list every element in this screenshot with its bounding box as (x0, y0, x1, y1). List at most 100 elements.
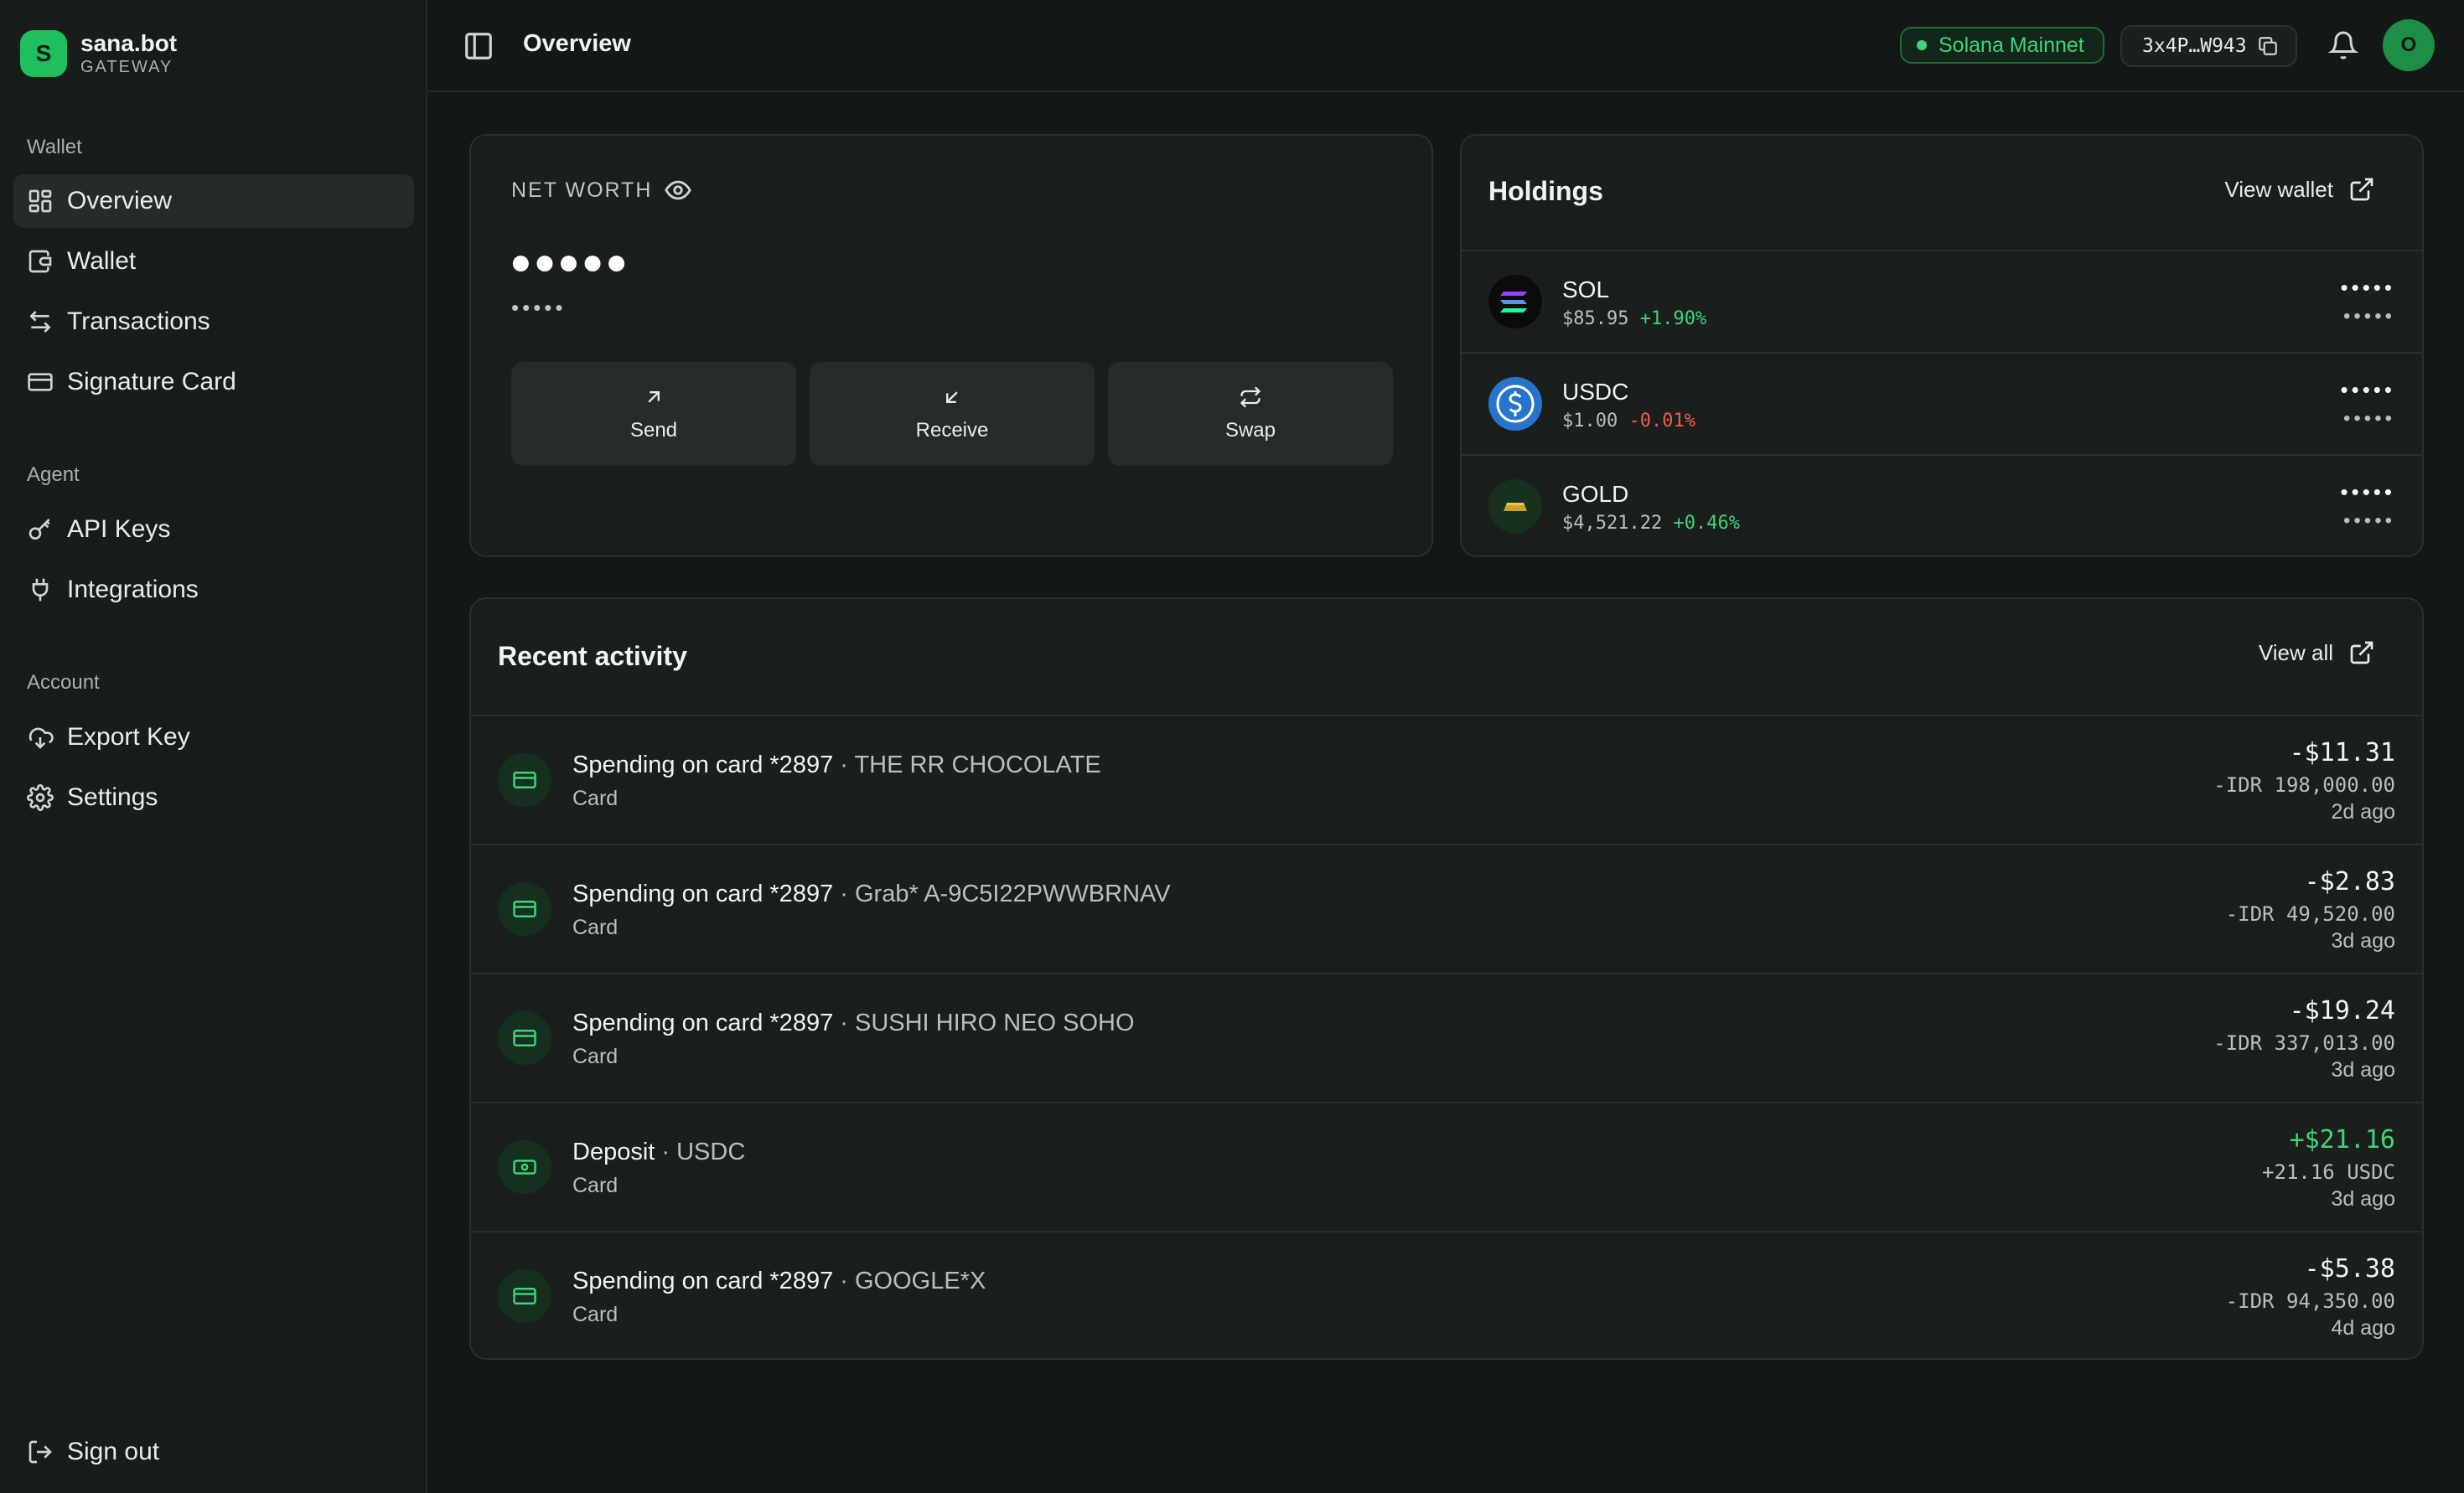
activity-amount: -$11.31 (2289, 738, 2395, 767)
holdings-card: Holdings View wallet SOL $85.95 +1.90% •… (1460, 134, 2424, 557)
activity-title: Deposit · USDC (572, 1139, 746, 1165)
sign-out-button[interactable]: Sign out (13, 1425, 414, 1479)
holding-price: $4,521.22 +0.46% (1562, 513, 1740, 534)
holding-amount: ••••• (2340, 377, 2395, 402)
sidebar-item-label: Export Key (67, 723, 190, 751)
send-label: Send (629, 419, 678, 442)
holding-value: ••••• (2342, 509, 2395, 532)
activity-row[interactable]: Spending on card *2897 · GOOGLE*X Card -… (471, 1232, 2422, 1358)
page-title: Overview (523, 30, 631, 57)
sidebar-item-label: API Keys (67, 515, 171, 543)
section-title-account: Account (27, 671, 100, 694)
activity-time: 3d ago (2331, 1058, 2395, 1082)
sidebar-item-settings[interactable]: Settings (13, 771, 414, 824)
topbar: Overview Solana Mainnet 3x4P…W943 O (427, 0, 2464, 92)
activity-row[interactable]: Spending on card *2897 · THE RR CHOCOLAT… (471, 716, 2422, 844)
cloud-download-icon (27, 724, 54, 751)
holding-value: ••••• (2342, 305, 2395, 328)
sidebar-item-label: Transactions (67, 307, 210, 335)
wallet-icon (27, 248, 54, 275)
sidebar-item-export-key[interactable]: Export Key (13, 710, 414, 764)
credit-card-icon (498, 882, 551, 936)
activity-row[interactable]: Spending on card *2897 · Grab* A-9C5I22P… (471, 845, 2422, 973)
arrow-down-left-icon (940, 385, 964, 409)
net-worth-label: NET WORTH (511, 178, 653, 202)
activity-alt-amount: -IDR 198,000.00 (2213, 773, 2395, 797)
activity-alt-amount: +21.16 USDC (2262, 1160, 2395, 1184)
bell-icon (2328, 30, 2358, 60)
holding-row-usdc[interactable]: USDC $1.00 -0.01% ••••• ••••• (1462, 354, 2422, 454)
swap-label: Swap (1224, 419, 1276, 442)
activity-merchant: GOOGLE*X (854, 1268, 986, 1294)
sidebar-item-label: Integrations (67, 576, 199, 603)
sidebar-item-integrations[interactable]: Integrations (13, 563, 414, 617)
view-all-label: View all (2258, 639, 2333, 665)
activity-merchant: SUSHI HIRO NEO SOHO (854, 1010, 1135, 1036)
section-title-wallet: Wallet (27, 136, 82, 158)
sidebar-item-overview[interactable]: Overview (13, 174, 414, 228)
activity-time: 3d ago (2331, 1187, 2395, 1211)
brand[interactable]: S sana.bot GATEWAY (20, 30, 177, 77)
holding-price: $1.00 -0.01% (1562, 411, 1695, 431)
sidebar-item-label: Overview (67, 187, 173, 214)
panel-left-icon (463, 30, 494, 62)
banknote-icon (498, 1140, 551, 1194)
sidebar-item-api-keys[interactable]: API Keys (13, 503, 414, 556)
activity-title: Spending on card *2897 · GOOGLE*X (572, 1268, 986, 1294)
holding-row-sol[interactable]: SOL $85.95 +1.90% ••••• ••••• (1462, 251, 2422, 352)
sidebar-item-wallet[interactable]: Wallet (13, 235, 414, 288)
brand-name: sana.bot (80, 30, 178, 56)
holding-value: ••••• (2342, 407, 2395, 430)
gold-bar-icon (1488, 479, 1542, 533)
activity-amount: +$21.16 (2289, 1125, 2395, 1155)
receive-button[interactable]: Receive (810, 362, 1095, 466)
activity-row[interactable]: Spending on card *2897 · SUSHI HIRO NEO … (471, 974, 2422, 1102)
holding-symbol: GOLD (1562, 481, 1629, 507)
status-dot-icon (1917, 40, 1927, 50)
credit-card-icon (498, 1011, 551, 1065)
activity-merchant: Grab* A-9C5I22PWWBRNAV (854, 881, 1171, 907)
net-worth-value: ●●●●● (510, 241, 629, 282)
view-all-link[interactable]: View all (2259, 639, 2375, 666)
notifications-button[interactable] (2328, 30, 2358, 60)
sidebar-item-transactions[interactable]: Transactions (13, 295, 414, 349)
activity-amount: -$19.24 (2289, 996, 2395, 1025)
brand-subtitle: GATEWAY (80, 58, 173, 76)
recent-activity-title: Recent activity (498, 641, 687, 671)
wallet-address: 3x4P…W943 (2142, 35, 2247, 57)
net-worth-card: NET WORTH ●●●●● ••••• Send Receive Swap (469, 134, 1433, 557)
activity-time: 3d ago (2331, 929, 2395, 953)
grid-icon (27, 188, 54, 214)
view-wallet-link[interactable]: View wallet (2224, 176, 2375, 203)
activity-type: Card (572, 916, 619, 939)
net-worth-label-row: NET WORTH (511, 176, 692, 204)
activity-merchant: THE RR CHOCOLATE (854, 752, 1101, 778)
activity-merchant: USDC (676, 1139, 746, 1165)
holding-row-gold[interactable]: GOLD $4,521.22 +0.46% ••••• ••••• (1462, 456, 2422, 555)
avatar[interactable]: O (2383, 19, 2435, 71)
sign-out-icon (27, 1439, 54, 1465)
activity-row[interactable]: Deposit · USDC Card +$21.16 +21.16 USDC … (471, 1103, 2422, 1231)
credit-card-icon (498, 1269, 551, 1323)
eye-icon[interactable] (664, 176, 692, 204)
sidebar-item-signature-card[interactable]: Signature Card (13, 355, 414, 409)
sidebar-toggle-button[interactable] (463, 30, 494, 62)
network-badge[interactable]: Solana Mainnet (1900, 27, 2104, 64)
activity-amount: -$2.83 (2304, 867, 2395, 896)
sidebar-item-label: Signature Card (67, 368, 236, 395)
arrow-up-right-icon (642, 385, 665, 409)
credit-card-icon (498, 753, 551, 807)
holding-amount: ••••• (2340, 275, 2395, 300)
credit-card-icon (27, 369, 54, 395)
sidebar-item-label: Wallet (67, 247, 137, 275)
activity-type: Card (572, 1174, 619, 1197)
recent-activity-card: Recent activity View all Spending on car… (469, 597, 2424, 1360)
activity-time: 4d ago (2331, 1316, 2395, 1340)
wallet-address-copy-button[interactable]: 3x4P…W943 (2120, 25, 2297, 67)
holding-change: +1.90% (1639, 308, 1707, 329)
holdings-title: Holdings (1488, 176, 1603, 206)
swap-button[interactable]: Swap (1108, 362, 1393, 466)
activity-title: Spending on card *2897 · Grab* A-9C5I22P… (572, 881, 1171, 907)
send-button[interactable]: Send (511, 362, 796, 466)
activity-title: Spending on card *2897 · SUSHI HIRO NEO … (572, 1010, 1135, 1036)
